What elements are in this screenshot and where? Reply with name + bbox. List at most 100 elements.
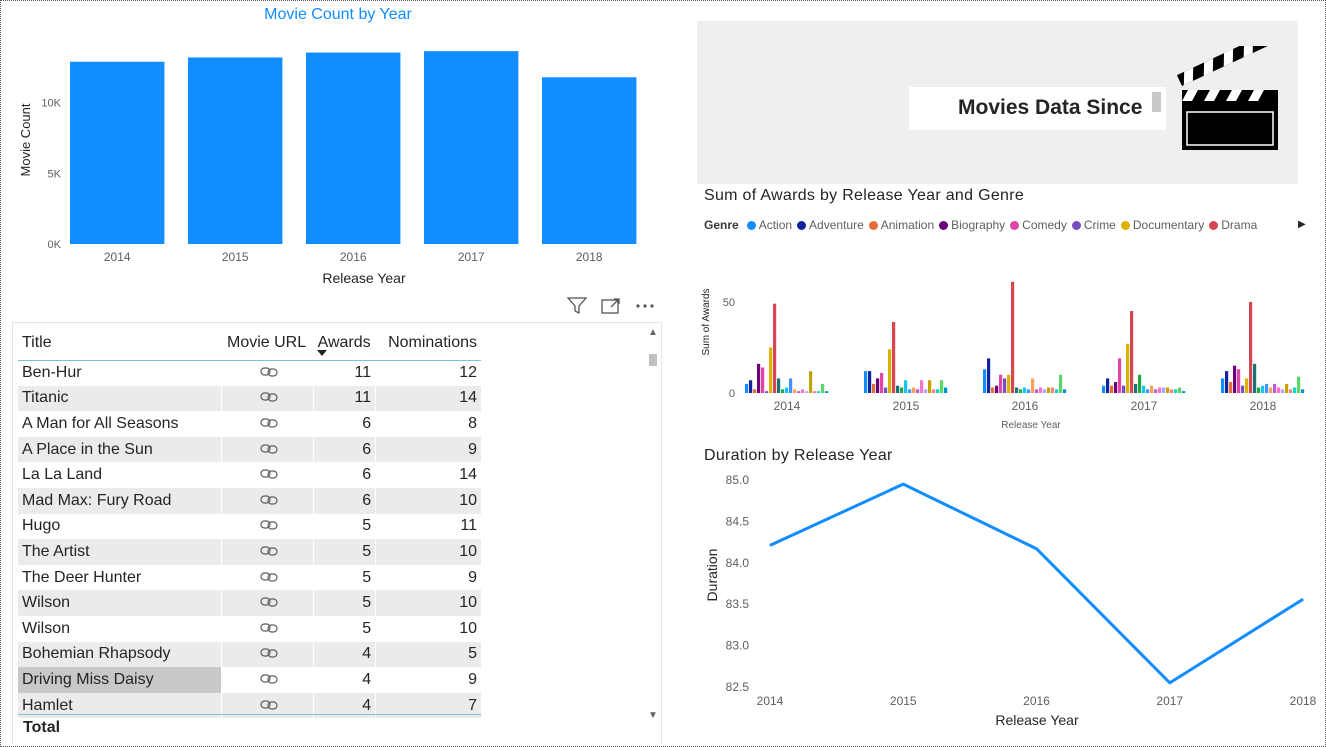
awards-bar[interactable] [983, 369, 987, 393]
awards-bar[interactable] [1241, 385, 1245, 393]
awards-bar[interactable] [1142, 385, 1146, 393]
bar[interactable] [188, 57, 283, 245]
awards-bar[interactable] [999, 374, 1003, 393]
awards-bar[interactable] [1162, 387, 1166, 393]
awards-bar[interactable] [1293, 387, 1297, 393]
awards-bar[interactable] [1110, 385, 1114, 393]
awards-bar[interactable] [892, 321, 896, 393]
bar[interactable] [542, 77, 637, 244]
awards-bar[interactable] [749, 380, 753, 393]
awards-bar[interactable] [1043, 389, 1047, 393]
link-icon[interactable] [221, 615, 315, 642]
awards-bar[interactable] [1178, 387, 1182, 393]
awards-bar[interactable] [809, 371, 813, 393]
table-row[interactable]: Wilson 5 10 [18, 590, 481, 616]
bar[interactable] [424, 51, 519, 245]
awards-bar[interactable] [1003, 378, 1007, 393]
awards-bar[interactable] [1166, 387, 1170, 393]
awards-bar[interactable] [944, 387, 948, 393]
awards-bar[interactable] [904, 380, 908, 393]
awards-bar[interactable] [932, 389, 936, 393]
line-point[interactable] [1169, 682, 1171, 684]
awards-bar[interactable] [1277, 387, 1281, 393]
awards-bar[interactable] [1011, 281, 1015, 393]
awards-bar[interactable] [1146, 389, 1150, 393]
link-icon[interactable] [221, 462, 315, 488]
awards-bar[interactable] [1023, 387, 1027, 393]
awards-bar[interactable] [880, 372, 884, 393]
link-icon[interactable] [221, 641, 315, 668]
awards-bar[interactable] [825, 391, 829, 393]
awards-bar[interactable] [920, 380, 924, 393]
awards-bar[interactable] [1253, 363, 1257, 393]
awards-bar[interactable] [1035, 389, 1039, 393]
link-icon[interactable] [221, 385, 315, 412]
awards-bar[interactable] [1285, 383, 1289, 393]
table-row[interactable]: A Man for All Seasons 6 8 [18, 411, 481, 437]
column-header-movie-url[interactable]: Movie URL [221, 326, 314, 361]
bar[interactable] [306, 52, 401, 245]
awards-bar[interactable] [765, 391, 769, 393]
more-options-icon[interactable] [633, 297, 657, 319]
awards-bar[interactable] [1174, 389, 1178, 393]
awards-bar[interactable] [995, 385, 999, 393]
awards-bar[interactable] [1170, 389, 1174, 393]
legend-item[interactable]: Drama [1209, 218, 1257, 232]
awards-bar[interactable] [757, 363, 761, 393]
awards-bar[interactable] [1118, 358, 1122, 393]
link-icon[interactable] [221, 667, 315, 693]
focus-mode-icon[interactable] [599, 297, 623, 319]
awards-bar[interactable] [1281, 389, 1285, 393]
awards-bar[interactable] [1245, 378, 1249, 393]
link-icon[interactable] [221, 513, 315, 540]
awards-bar[interactable] [924, 389, 928, 393]
awards-bar[interactable] [793, 389, 797, 393]
awards-bar[interactable] [781, 389, 785, 393]
link-icon[interactable] [221, 539, 315, 565]
link-icon[interactable] [221, 487, 315, 514]
scroll-down-icon[interactable]: ▼ [648, 710, 658, 721]
awards-bar[interactable] [900, 387, 904, 393]
awards-bar[interactable] [1158, 387, 1162, 393]
awards-bar[interactable] [1233, 365, 1237, 393]
table-row[interactable]: Ben-Hur 11 12 [18, 360, 481, 386]
scroll-up-icon[interactable]: ▲ [648, 327, 658, 338]
awards-bar[interactable] [817, 391, 821, 393]
awards-bar[interactable] [1039, 387, 1043, 393]
awards-bar[interactable] [912, 387, 916, 393]
line-point[interactable] [769, 544, 771, 546]
awards-bar[interactable] [1221, 378, 1225, 393]
awards-bar[interactable] [928, 380, 932, 393]
awards-bar[interactable] [1150, 385, 1154, 393]
awards-bar[interactable] [1237, 369, 1241, 393]
legend-item[interactable]: Adventure [797, 218, 864, 232]
awards-chart[interactable]: Sum of Awards Release Year 0 50 2014 2015 20… [697, 270, 1326, 435]
awards-bar[interactable] [896, 385, 900, 393]
awards-bar[interactable] [1027, 389, 1031, 393]
awards-bar[interactable] [761, 367, 765, 393]
legend-item[interactable]: Comedy [1010, 218, 1067, 232]
link-icon[interactable] [221, 564, 315, 591]
filter-icon[interactable] [565, 297, 589, 319]
awards-bar[interactable] [813, 391, 817, 393]
awards-bar[interactable] [785, 387, 789, 393]
awards-bar[interactable] [1138, 374, 1142, 393]
column-header-title[interactable]: Title [18, 326, 221, 361]
awards-bar[interactable] [1229, 382, 1233, 393]
awards-bar[interactable] [1015, 387, 1019, 393]
awards-bar[interactable] [777, 378, 781, 393]
awards-bar[interactable] [745, 383, 749, 393]
awards-bar[interactable] [888, 349, 892, 393]
table-row[interactable]: Driving Miss Daisy 4 9 [18, 667, 481, 693]
awards-bar[interactable] [1047, 387, 1051, 393]
awards-bar[interactable] [936, 389, 940, 393]
table-row[interactable]: Mad Max: Fury Road 6 10 [18, 487, 481, 514]
awards-bar[interactable] [1031, 378, 1035, 393]
awards-bar[interactable] [1269, 387, 1273, 393]
awards-bar[interactable] [872, 383, 876, 393]
awards-bar[interactable] [1114, 382, 1118, 393]
legend-item[interactable]: Biography [939, 218, 1005, 232]
awards-bar[interactable] [1249, 301, 1253, 393]
awards-bar[interactable] [1301, 389, 1305, 393]
awards-bar[interactable] [1059, 374, 1063, 393]
